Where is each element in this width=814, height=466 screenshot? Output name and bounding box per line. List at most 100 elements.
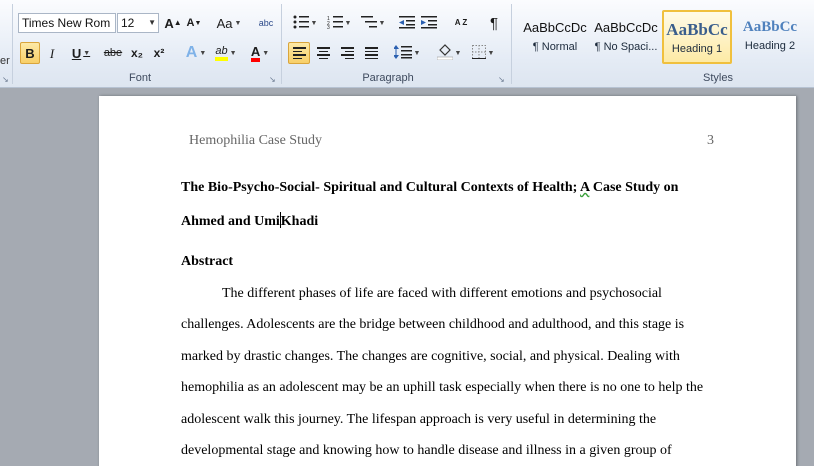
style-name: Heading 2 (744, 40, 796, 52)
superscript-button[interactable]: x² (150, 42, 168, 64)
font-size-combo[interactable]: 12 ▼ (117, 13, 159, 33)
align-left-icon (292, 47, 306, 59)
font-name-value: Times New Rom (22, 16, 111, 30)
styles-group-label: Styles (703, 72, 733, 84)
chevron-down-icon: ▼ (454, 49, 462, 57)
shrink-font-button[interactable]: A ▼ (185, 12, 203, 34)
decrease-indent-button[interactable] (398, 12, 416, 34)
paragraph-launcher-icon[interactable]: ↘ (498, 76, 506, 84)
decrease-indent-icon (399, 15, 415, 31)
chevron-down-icon: ▼ (310, 19, 318, 27)
style-normal[interactable]: AaBbCcDc ¶ Normal (520, 10, 590, 64)
shading-button[interactable]: ▼ (434, 42, 464, 64)
highlight-button[interactable]: ab ▼ (212, 42, 240, 64)
document-page[interactable]: Hemophilia Case Study 3 The Bio-Psycho-S… (99, 96, 796, 466)
style-name: ¶ No Spaci... (594, 41, 658, 53)
chevron-down-icon: ▼ (344, 19, 352, 27)
style-no-spacing[interactable]: AaBbCcDc ¶ No Spaci... (591, 10, 661, 64)
multilevel-list-button[interactable]: ▼ (358, 12, 388, 34)
chevron-down-icon: ▼ (487, 49, 495, 57)
borders-icon (471, 45, 486, 61)
group-separator (12, 4, 13, 84)
chevron-down-icon: ▼ (378, 19, 386, 27)
document-title-line-2: Ahmed and UmiKhadi (181, 212, 318, 230)
body-line: challenges. Adolescents are the bridge b… (181, 317, 685, 332)
chevron-down-icon: ▼ (262, 49, 270, 57)
ribbon: er ↘ Times New Rom 12 ▼ A ▲ A ▼ Aa ▼ abc B … (0, 0, 814, 88)
style-name: ¶ Normal (532, 41, 578, 53)
underline-icon: U (71, 45, 82, 61)
chevron-down-icon: ▼ (199, 49, 207, 57)
shrink-arrow-icon: ▼ (194, 19, 202, 27)
style-sample: AaBbCcDc (523, 20, 587, 35)
body-line: hemophilia as an adolescent may be an up… (181, 380, 704, 395)
align-center-button[interactable] (314, 42, 332, 64)
text-effects-button[interactable]: A ▼ (184, 42, 208, 64)
numbering-button[interactable]: 123 ▼ (324, 12, 354, 34)
font-name-combo[interactable]: Times New Rom (18, 13, 116, 33)
title-text: Khadi (280, 214, 319, 229)
subscript-icon: x₂ (130, 46, 143, 60)
show-formatting-button[interactable]: ¶ (484, 12, 504, 34)
align-center-icon (316, 47, 330, 59)
bold-icon: B (25, 45, 35, 61)
increase-indent-button[interactable] (420, 12, 438, 34)
align-right-button[interactable] (338, 42, 356, 64)
style-heading-2[interactable]: AaBbCc Heading 2 (735, 10, 805, 64)
strikethrough-icon: abe (103, 46, 123, 59)
clipboard-launcher-icon[interactable]: ↘ (2, 76, 10, 84)
chevron-down-icon: ▼ (83, 49, 91, 57)
style-heading-1[interactable]: AaBbCc Heading 1 (662, 10, 732, 64)
title-text: Ahmed and Umi (181, 214, 280, 229)
paragraph-group-label: Paragraph (362, 72, 414, 84)
bold-button[interactable]: B (20, 42, 40, 64)
body-line: adolescent walk this journey. The lifesp… (181, 412, 657, 427)
sort-icon: A Z (454, 18, 468, 27)
shrink-font-icon: A (186, 16, 195, 29)
chevron-down-icon: ▼ (413, 49, 421, 57)
text-effects-icon: A (185, 44, 198, 61)
svg-text:3: 3 (327, 25, 330, 29)
chevron-down-icon: ▼ (229, 49, 237, 57)
line-spacing-icon (392, 45, 412, 61)
style-name: Heading 1 (671, 43, 723, 55)
font-size-value: 12 (121, 16, 135, 30)
group-separator (281, 4, 282, 84)
grow-font-icon: A (164, 15, 174, 31)
grow-font-button[interactable]: A ▲ (164, 12, 182, 34)
document-title-line-1: The Bio-Psycho-Social- Spiritual and Cul… (181, 180, 678, 196)
pilcrow-icon: ¶ (489, 14, 499, 32)
justify-button[interactable] (362, 42, 380, 64)
underline-button[interactable]: U ▼ (66, 42, 96, 64)
title-text: The Bio-Psycho-Social- Spiritual and Cul… (181, 180, 581, 195)
italic-button[interactable]: I (44, 42, 60, 64)
page-number: 3 (707, 133, 714, 148)
strikethrough-button[interactable]: abe (102, 42, 124, 64)
abstract-heading: Abstract (181, 254, 234, 269)
chevron-down-icon: ▼ (234, 19, 242, 27)
style-sample: AaBbCc (666, 20, 728, 39)
title-text: Case Study on (589, 180, 679, 195)
clear-formatting-button[interactable]: abc (256, 12, 276, 34)
font-color-button[interactable]: A ▼ (246, 42, 274, 64)
font-group-label: Font (128, 72, 151, 84)
body-line: developmental stage and knowing how to h… (181, 443, 672, 458)
multilevel-list-icon (360, 15, 377, 31)
font-launcher-icon[interactable]: ↘ (269, 76, 277, 84)
align-right-icon (340, 47, 354, 59)
subscript-button[interactable]: x₂ (128, 42, 146, 64)
italic-icon: I (49, 45, 55, 61)
line-spacing-button[interactable]: ▼ (392, 42, 422, 64)
sort-button[interactable]: A Z (450, 12, 472, 34)
bullets-icon (293, 15, 309, 31)
running-header: Hemophilia Case Study (189, 133, 322, 148)
align-left-button[interactable] (288, 42, 310, 64)
borders-button[interactable]: ▼ (468, 42, 498, 64)
change-case-icon: Aa (216, 15, 233, 31)
change-case-button[interactable]: Aa ▼ (216, 12, 242, 34)
group-separator (511, 4, 512, 84)
grammar-flagged-text[interactable]: A (580, 180, 589, 195)
clipboard-fragment: er (0, 55, 10, 67)
style-sample: AaBbCc (742, 19, 798, 35)
bullets-button[interactable]: ▼ (290, 12, 320, 34)
